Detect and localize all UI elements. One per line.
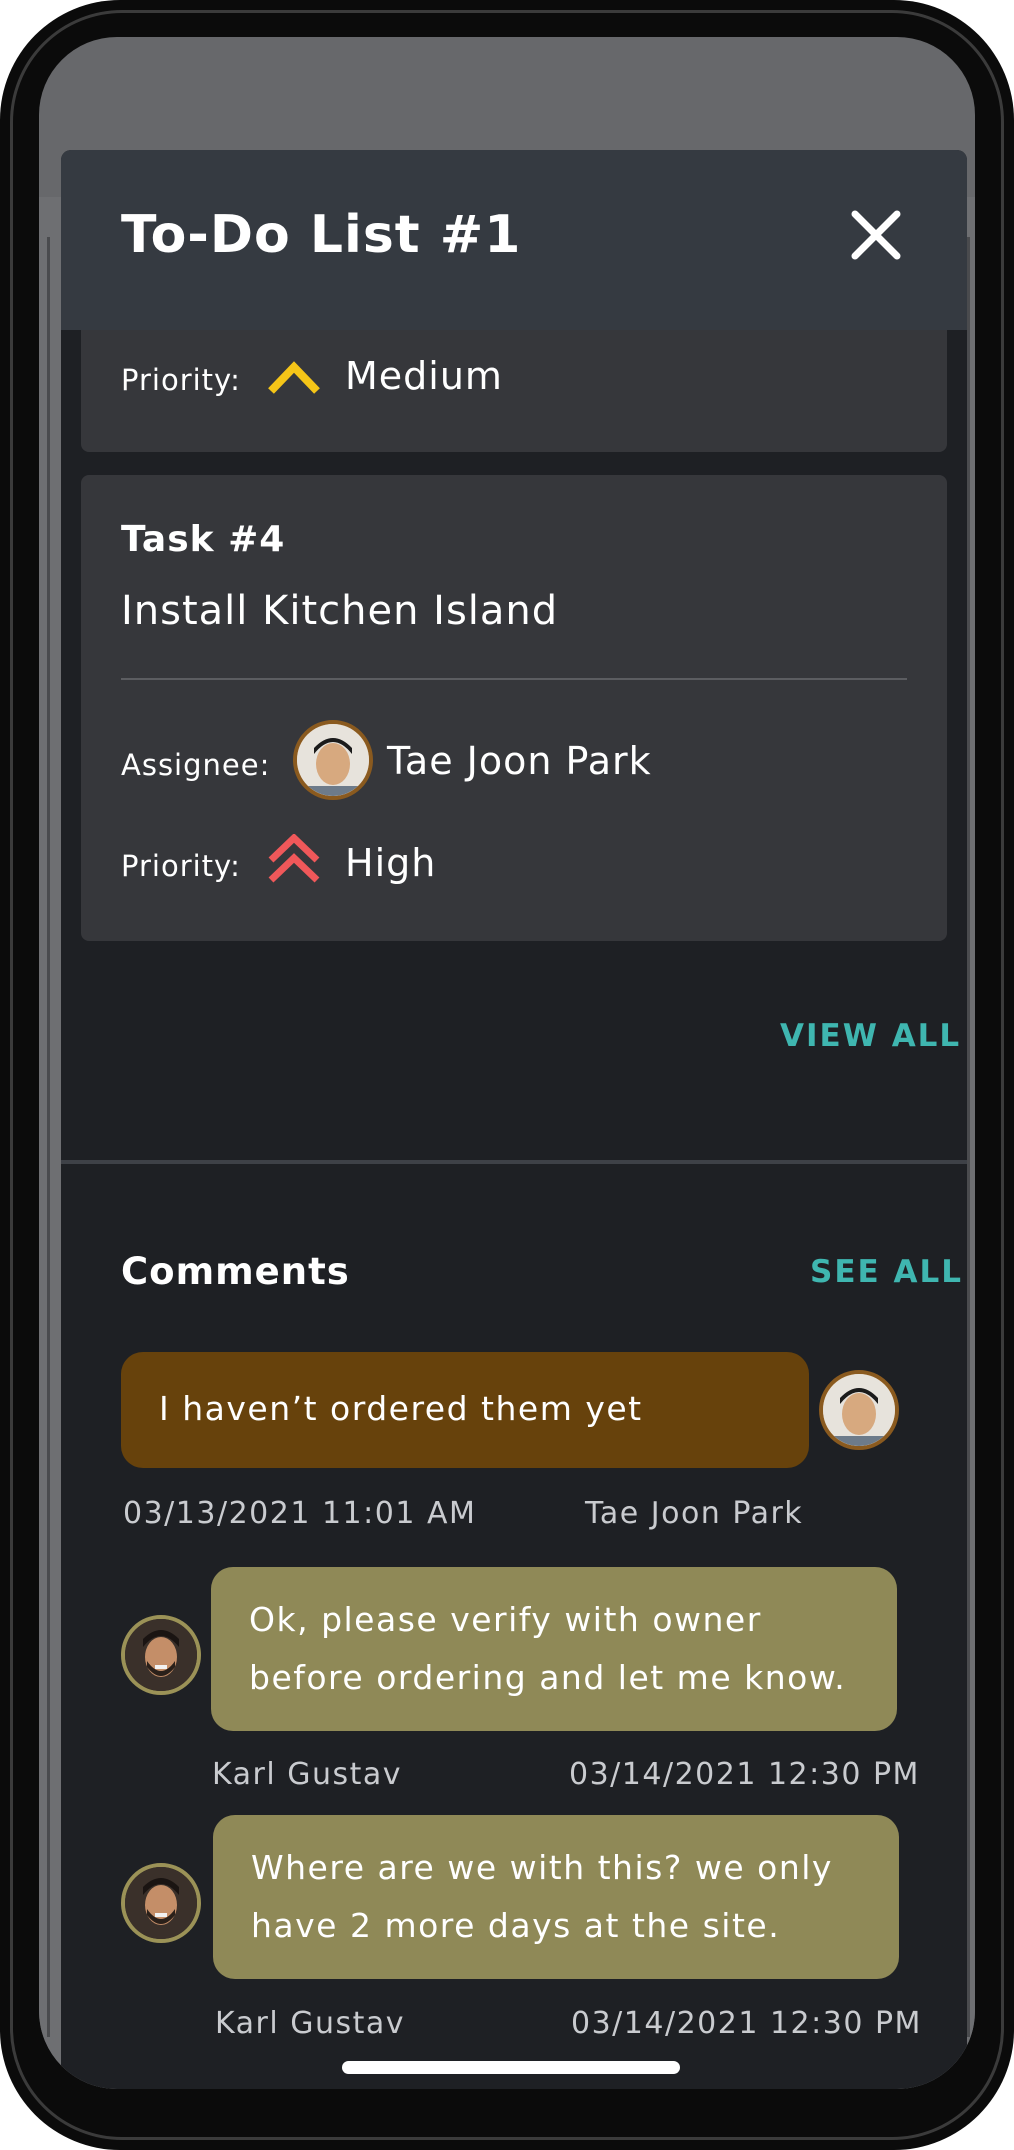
- comment-avatar: [121, 1863, 201, 1943]
- comment-text-line: Where are we with this? we only: [251, 1848, 833, 1887]
- todo-list-sheet: To-Do List #1 Priority: Medium Task #4 I…: [61, 150, 967, 2089]
- avatar-karl-gustav-icon: [125, 1867, 197, 1939]
- close-icon: [851, 210, 901, 260]
- priority-medium-icon: [268, 361, 320, 394]
- comment-avatar: [819, 1370, 899, 1450]
- comment-author: Karl Gustav: [215, 2006, 406, 2041]
- assignee-label: Assignee:: [121, 748, 271, 782]
- task-name: Install Kitchen Island: [121, 588, 559, 634]
- phone-screen: To-Do List #1 Priority: Medium Task #4 I…: [39, 37, 975, 2089]
- priority-value: Medium: [345, 354, 503, 398]
- priority-high-icon: [268, 834, 320, 883]
- comment-bubble[interactable]: Where are we with this? we only have 2 m…: [213, 1815, 899, 1979]
- view-all-link[interactable]: VIEW ALL: [780, 1018, 961, 1054]
- phone-frame: To-Do List #1 Priority: Medium Task #4 I…: [0, 0, 1014, 2150]
- priority-label: Priority:: [121, 363, 241, 397]
- see-all-link[interactable]: SEE ALL: [810, 1254, 963, 1290]
- avatar-karl-gustav-icon: [125, 1619, 197, 1691]
- comments-title: Comments: [121, 1250, 350, 1293]
- comment-bubble[interactable]: Ok, please verify with owner before orde…: [211, 1567, 897, 1731]
- divider: [121, 678, 907, 680]
- comment-text: I haven’t ordered them yet: [159, 1389, 643, 1428]
- blueprint-line: [967, 237, 970, 2037]
- task-number: Task #4: [121, 519, 286, 560]
- comment-avatar: [121, 1615, 201, 1695]
- priority-value: High: [345, 841, 437, 885]
- comment-author: Tae Joon Park: [585, 1496, 804, 1531]
- comment-text-line: Ok, please verify with owner: [249, 1600, 762, 1639]
- close-button[interactable]: [841, 200, 911, 270]
- comment-date: 03/14/2021 12:30 PM: [571, 2006, 922, 2041]
- comment-author: Karl Gustav: [212, 1757, 403, 1792]
- comment-date: 03/14/2021 12:30 PM: [569, 1757, 920, 1792]
- priority-label: Priority:: [121, 849, 241, 883]
- task-card[interactable]: Task #4 Install Kitchen Island Assignee:…: [81, 475, 947, 941]
- home-indicator[interactable]: [342, 2061, 680, 2074]
- avatar-tae-joon-park-icon: [297, 724, 369, 796]
- assignee-name: Tae Joon Park: [387, 739, 652, 783]
- comment-bubble-own[interactable]: I haven’t ordered them yet: [121, 1352, 809, 1468]
- comment-date: 03/13/2021 11:01 AM: [123, 1496, 477, 1531]
- avatar-tae-joon-park-icon: [823, 1374, 895, 1446]
- comment-text-line: have 2 more days at the site.: [251, 1906, 781, 1945]
- blueprint-line: [47, 237, 50, 2037]
- section-divider: [61, 1160, 967, 1164]
- sheet-header: To-Do List #1: [61, 150, 967, 330]
- comment-text-line: before ordering and let me know.: [249, 1658, 847, 1697]
- assignee-avatar: [293, 720, 373, 800]
- page-title: To-Do List #1: [121, 205, 522, 265]
